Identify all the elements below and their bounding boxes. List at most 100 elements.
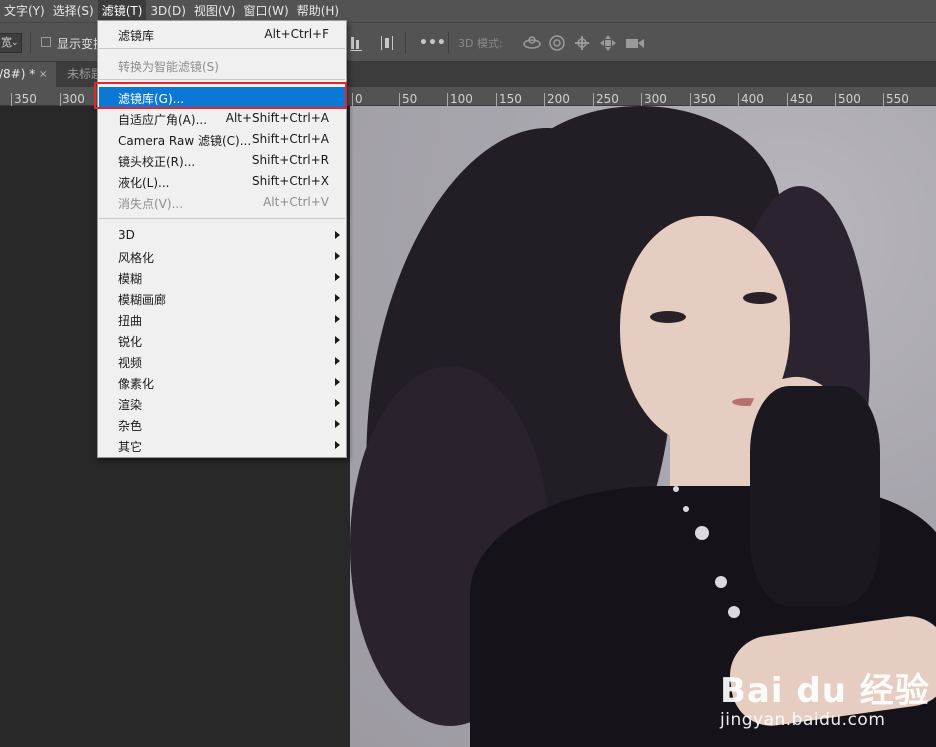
submenu-blur[interactable]: 模糊 (99, 267, 345, 288)
submenu-stylize[interactable]: 风格化 (99, 246, 345, 267)
menu-item-label: 液化(L)... (118, 176, 170, 190)
menu-item-label: 渲染 (118, 398, 143, 412)
ruler-label: 500 (838, 92, 861, 106)
distribute-icon[interactable] (380, 34, 394, 57)
show-transform-checkbox[interactable] (41, 37, 51, 47)
ruler-label: 50 (402, 92, 418, 106)
ruler-label: 350 (693, 92, 716, 106)
menu-window[interactable]: 窗口(W) (239, 0, 292, 22)
close-icon[interactable]: × (39, 62, 47, 87)
menu-item-shortcut: Shift+Ctrl+R (251, 153, 329, 167)
ruler-tick (738, 93, 739, 106)
menu-item-shortcut: Shift+Ctrl+A (252, 132, 329, 146)
menu-item-label: 自适应广角(A)... (118, 113, 208, 127)
necklace-pendant (715, 576, 727, 588)
submenu-other[interactable]: 其它 (99, 435, 345, 456)
submenu-arrow-icon (335, 294, 340, 302)
submenu-arrow-icon (335, 357, 340, 365)
submenu-arrow-icon (335, 231, 340, 239)
submenu-blur-gallery[interactable]: 模糊画廊 (99, 288, 345, 309)
ruler-tick (11, 93, 12, 106)
eye-right (743, 292, 777, 304)
ruler-label: 200 (547, 92, 570, 106)
necklace-pendant (695, 526, 709, 540)
ruler-tick (352, 93, 353, 106)
ruler-tick (447, 93, 448, 106)
ruler-tick (60, 93, 61, 106)
more-icon[interactable]: ••• (419, 34, 446, 52)
menu-item-vanishing-point: 消失点(V)... Alt+Ctrl+V (99, 192, 345, 213)
menu-item-adaptive-wide-angle[interactable]: 自适应广角(A)... Alt+Shift+Ctrl+A (99, 108, 345, 129)
menu-item-label: 镜头校正(R)... (118, 155, 196, 169)
submenu-arrow-icon (335, 399, 340, 407)
ruler-tick (544, 93, 545, 106)
submenu-arrow-icon (335, 315, 340, 323)
submenu-noise[interactable]: 杂色 (99, 414, 345, 435)
divider (30, 32, 31, 54)
menu-item-label: 风格化 (118, 251, 155, 265)
menu-item-lens-correction[interactable]: 镜头校正(R)... Shift+Ctrl+R (99, 150, 345, 171)
menu-filter[interactable]: 滤镜(T) (97, 0, 147, 22)
menu-item-shortcut: Alt+Ctrl+F (264, 27, 329, 41)
submenu-3d[interactable]: 3D (99, 225, 345, 246)
submenu-distort[interactable]: 扭曲 (99, 309, 345, 330)
menu-item-label: 扭曲 (118, 314, 143, 328)
submenu-video[interactable]: 视频 (99, 351, 345, 372)
ruler-label: 0 (355, 92, 363, 106)
baidu-watermark: Bai du 经验 jingyan.baidu.com (720, 663, 930, 730)
slide-3d-icon[interactable] (599, 34, 617, 57)
ruler-label: 550 (886, 92, 909, 106)
submenu-sharpen[interactable]: 锐化 (99, 330, 345, 351)
roll-3d-icon[interactable] (548, 34, 566, 57)
menu-separator (99, 48, 345, 49)
watermark-url: jingyan.baidu.com (720, 710, 886, 730)
watermark-main: Bai du 经验 (720, 671, 930, 711)
submenu-arrow-icon (335, 441, 340, 449)
submenu-arrow-icon (335, 273, 340, 281)
sleeve-shape (750, 386, 880, 606)
menu-item-label: 模糊画廊 (118, 293, 167, 307)
menu-text[interactable]: 文字(Y) (0, 0, 49, 22)
ruler-label: 300 (62, 92, 85, 106)
menu-item-label: 杂色 (118, 419, 143, 433)
menu-item-liquify[interactable]: 液化(L)... Shift+Ctrl+X (99, 171, 345, 192)
align-bottom-icon[interactable] (350, 34, 364, 57)
menu-item-shortcut: Alt+Shift+Ctrl+A (225, 111, 329, 125)
menu-item-camera-raw[interactable]: Camera Raw 滤镜(C)... Shift+Ctrl+A (99, 129, 345, 150)
options-select[interactable]: 宽 ⌄ (0, 33, 22, 53)
submenu-arrow-icon (335, 420, 340, 428)
scale-3d-icon[interactable] (625, 34, 645, 57)
canvas-image[interactable] (350, 106, 936, 747)
ruler-label: 300 (644, 92, 667, 106)
submenu-arrow-icon (335, 252, 340, 260)
submenu-pixelate[interactable]: 像素化 (99, 372, 345, 393)
menu-item-label: 模糊 (118, 272, 143, 286)
submenu-render[interactable]: 渲染 (99, 393, 345, 414)
menu-item-filter-gallery-last[interactable]: 滤镜库 Alt+Ctrl+F (99, 24, 345, 45)
menu-bar: 文字(Y) 选择(S) 滤镜(T) 3D(D) 视图(V) 窗口(W) 帮助(H… (0, 0, 936, 22)
menu-separator (99, 79, 345, 80)
menu-help[interactable]: 帮助(H) (293, 0, 343, 22)
menu-view[interactable]: 视图(V) (190, 0, 240, 22)
ruler-tick (787, 93, 788, 106)
ruler-label: 350 (14, 92, 37, 106)
menu-separator (99, 218, 345, 219)
menu-item-label: 像素化 (118, 377, 155, 391)
ruler-tick (496, 93, 497, 106)
menu-select[interactable]: 选择(S) (49, 0, 98, 22)
menu-3d[interactable]: 3D(D) (146, 0, 189, 22)
necklace-dot (673, 486, 679, 492)
rotate-3d-icon[interactable] (522, 34, 542, 57)
menu-item-shortcut: Shift+Ctrl+X (252, 174, 329, 188)
necklace-dot (683, 506, 689, 512)
divider (448, 32, 449, 54)
eye-left (650, 311, 686, 323)
necklace-pendant (728, 606, 740, 618)
3d-mode-label: 3D 模式: (458, 37, 503, 50)
ruler-label: 400 (741, 92, 764, 106)
ruler-tick (690, 93, 691, 106)
tab-active-document[interactable]: /8#) * × (0, 62, 56, 87)
pan-3d-icon[interactable] (573, 34, 591, 57)
ruler-tick (593, 93, 594, 106)
ruler-tick (641, 93, 642, 106)
